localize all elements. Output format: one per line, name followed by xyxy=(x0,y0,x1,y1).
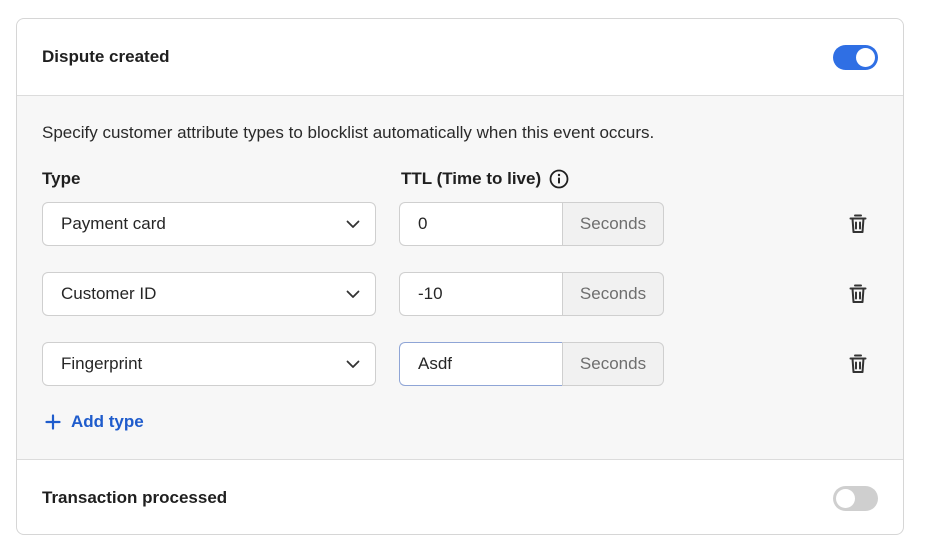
ttl-unit-label: Seconds xyxy=(562,342,664,386)
type-select[interactable]: Fingerprint xyxy=(42,342,376,386)
event-settings-card: Dispute created Specify customer attribu… xyxy=(16,18,904,535)
trash-icon xyxy=(849,354,867,373)
add-type-label: Add type xyxy=(71,412,144,431)
type-select-value: Fingerprint xyxy=(61,354,143,373)
ttl-column-label: TTL (Time to live) xyxy=(401,169,569,189)
delete-row-button[interactable] xyxy=(846,212,870,236)
info-icon[interactable] xyxy=(549,169,569,189)
rule-row: Customer ID Seconds xyxy=(17,272,903,316)
delete-row-button[interactable] xyxy=(846,282,870,306)
ttl-field-group: Seconds xyxy=(399,202,664,246)
chevron-down-icon xyxy=(346,220,360,228)
transaction-processed-toggle[interactable] xyxy=(833,485,878,511)
dispute-created-title: Dispute created xyxy=(42,47,170,66)
ttl-input[interactable] xyxy=(399,202,562,246)
ttl-unit-label: Seconds xyxy=(562,272,664,316)
plus-icon xyxy=(45,414,61,430)
dispute-rules-panel: Specify customer attribute types to bloc… xyxy=(17,95,903,460)
ttl-field-group: Seconds xyxy=(399,342,664,386)
rule-row: Payment card Seconds xyxy=(17,202,903,246)
transaction-processed-title: Transaction processed xyxy=(42,488,228,507)
type-select-value: Customer ID xyxy=(61,284,157,303)
trash-icon xyxy=(849,284,867,303)
chevron-down-icon xyxy=(346,360,360,368)
ttl-unit-label: Seconds xyxy=(562,202,664,246)
add-type-button[interactable]: Add type xyxy=(45,412,144,432)
chevron-down-icon xyxy=(346,290,360,298)
type-select[interactable]: Customer ID xyxy=(42,272,376,316)
rule-row: Fingerprint Seconds xyxy=(17,342,903,386)
dispute-created-toggle[interactable] xyxy=(833,44,878,70)
ttl-field-group: Seconds xyxy=(399,272,664,316)
ttl-input[interactable] xyxy=(399,342,562,386)
type-column-label: Type xyxy=(42,169,81,188)
dispute-created-header: Dispute created xyxy=(17,19,903,95)
delete-row-button[interactable] xyxy=(846,352,870,376)
type-select[interactable]: Payment card xyxy=(42,202,376,246)
toggle-knob xyxy=(856,47,875,67)
type-select-value: Payment card xyxy=(61,214,166,233)
transaction-processed-header: Transaction processed xyxy=(17,460,903,534)
toggle-knob xyxy=(836,488,855,508)
rules-description: Specify customer attribute types to bloc… xyxy=(42,123,655,142)
ttl-input[interactable] xyxy=(399,272,562,316)
trash-icon xyxy=(849,214,867,233)
